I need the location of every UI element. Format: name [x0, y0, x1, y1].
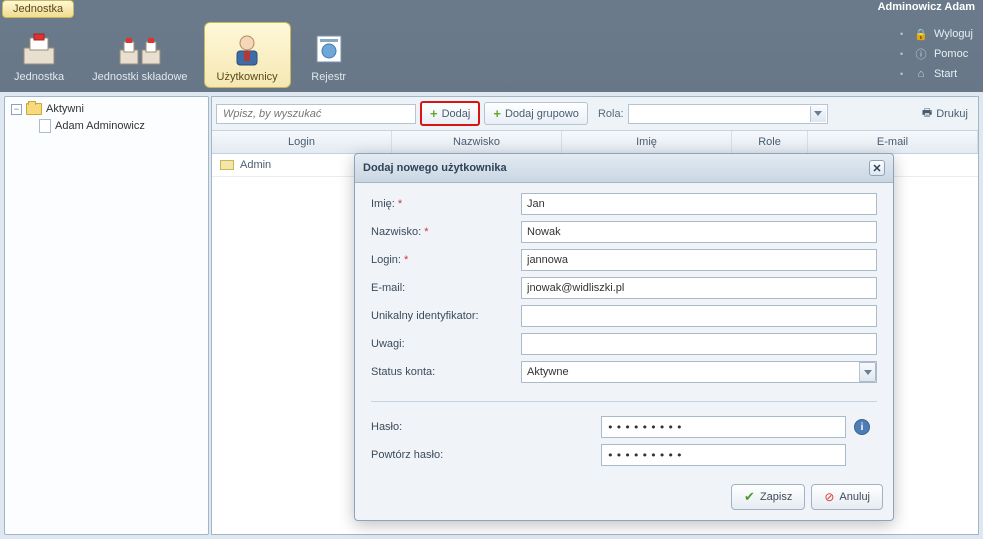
- page-icon: [39, 119, 51, 133]
- uwagi-field[interactable]: [521, 333, 877, 355]
- col-imie[interactable]: Imię: [562, 131, 732, 153]
- building-icon: [17, 29, 61, 69]
- password-repeat-field[interactable]: [601, 444, 846, 466]
- col-role[interactable]: Role: [732, 131, 808, 153]
- grid-toolbar: +Dodaj +Dodaj grupowo Rola: 🖶Drukuj: [212, 97, 978, 131]
- dialog-titlebar[interactable]: Dodaj nowego użytkownika ✕: [355, 154, 893, 183]
- collapse-icon[interactable]: −: [11, 104, 22, 115]
- chevron-down-icon: [810, 106, 826, 122]
- logout-link[interactable]: •🔒Wyloguj: [898, 24, 975, 44]
- label-uid: Unikalny identyfikator:: [371, 310, 521, 322]
- add-user-dialog: Dodaj nowego użytkownika ✕ Imię: * Nazwi…: [354, 153, 894, 521]
- password-field[interactable]: [601, 416, 846, 438]
- label-email: E-mail:: [371, 282, 521, 294]
- label-uwagi: Uwagi:: [371, 338, 521, 350]
- tree-root-label: Aktywni: [46, 103, 84, 115]
- label-haslo2: Powtórz hasło:: [371, 449, 601, 461]
- save-button[interactable]: ✔Zapisz: [731, 484, 805, 510]
- divider: [371, 401, 877, 402]
- search-input[interactable]: [216, 104, 416, 124]
- folder-icon: [26, 103, 42, 115]
- ribbon: Jednostka Jednostki składowe Użytkownicy…: [0, 18, 983, 92]
- tree-panel: − Aktywni Adam Adminowicz: [4, 96, 209, 535]
- label-login: Login: *: [371, 254, 521, 266]
- nazwisko-field[interactable]: [521, 221, 877, 243]
- ribbon-item-rejestr[interactable]: Rejestr: [295, 22, 363, 88]
- login-field[interactable]: [521, 249, 877, 271]
- card-icon: [220, 160, 234, 170]
- add-group-button[interactable]: +Dodaj grupowo: [484, 102, 588, 125]
- close-button[interactable]: ✕: [869, 160, 885, 176]
- tree-child-node[interactable]: Adam Adminowicz: [7, 117, 206, 135]
- cancel-icon: ⊘: [824, 490, 834, 504]
- print-button[interactable]: 🖶Drukuj: [916, 101, 974, 126]
- plus-icon: +: [430, 106, 438, 121]
- ribbon-item-jednostka[interactable]: Jednostka: [2, 22, 76, 88]
- add-button[interactable]: +Dodaj: [420, 101, 480, 126]
- home-icon: ⌂: [914, 67, 928, 81]
- lock-icon: 🔒: [914, 27, 928, 41]
- start-link[interactable]: •⌂Start: [898, 64, 975, 84]
- side-links: •🔒Wyloguj •ⓘPomoc •⌂Start: [898, 24, 975, 84]
- label-imie: Imię: *: [371, 198, 521, 210]
- grid-header: Login Nazwisko Imię Role E-mail: [212, 131, 978, 154]
- check-icon: ✔: [744, 489, 755, 505]
- tree-child-label: Adam Adminowicz: [55, 120, 145, 132]
- tree-root-node[interactable]: − Aktywni: [7, 101, 206, 117]
- chevron-down-icon: [859, 362, 876, 382]
- ribbon-item-jednostki-skladowe[interactable]: Jednostki składowe: [80, 22, 199, 88]
- info-icon[interactable]: i: [854, 419, 870, 435]
- label-haslo: Hasło:: [371, 421, 601, 433]
- cancel-button[interactable]: ⊘Anuluj: [811, 484, 883, 510]
- help-link[interactable]: •ⓘPomoc: [898, 44, 975, 64]
- label-status: Status konta:: [371, 366, 521, 378]
- app-tab-label: Jednostka: [2, 0, 74, 18]
- col-email[interactable]: E-mail: [808, 131, 978, 153]
- app-tab[interactable]: Jednostka: [2, 0, 74, 18]
- current-user-label: Adminowicz Adam: [878, 1, 975, 13]
- dialog-title: Dodaj nowego użytkownika: [363, 162, 507, 174]
- role-select[interactable]: [628, 104, 828, 124]
- plus-icon: +: [493, 106, 501, 121]
- email-field[interactable]: [521, 277, 877, 299]
- info-icon: ⓘ: [914, 47, 928, 61]
- imie-field[interactable]: [521, 193, 877, 215]
- uid-field[interactable]: [521, 305, 877, 327]
- close-icon: ✕: [872, 162, 881, 175]
- user-icon: [225, 29, 269, 69]
- register-icon: [307, 29, 351, 69]
- label-nazwisko: Nazwisko: *: [371, 226, 521, 238]
- col-login[interactable]: Login: [212, 131, 392, 153]
- ribbon-item-uzytkownicy[interactable]: Użytkownicy: [204, 22, 291, 88]
- dialog-footer: ✔Zapisz ⊘Anuluj: [355, 478, 893, 520]
- buildings-icon: [118, 29, 162, 69]
- printer-icon: 🖶: [922, 104, 932, 123]
- dialog-body: Imię: * Nazwisko: * Login: * E-mail: Uni…: [355, 183, 893, 478]
- role-label: Rola:: [598, 108, 624, 120]
- status-select[interactable]: [521, 361, 877, 383]
- col-nazwisko[interactable]: Nazwisko: [392, 131, 562, 153]
